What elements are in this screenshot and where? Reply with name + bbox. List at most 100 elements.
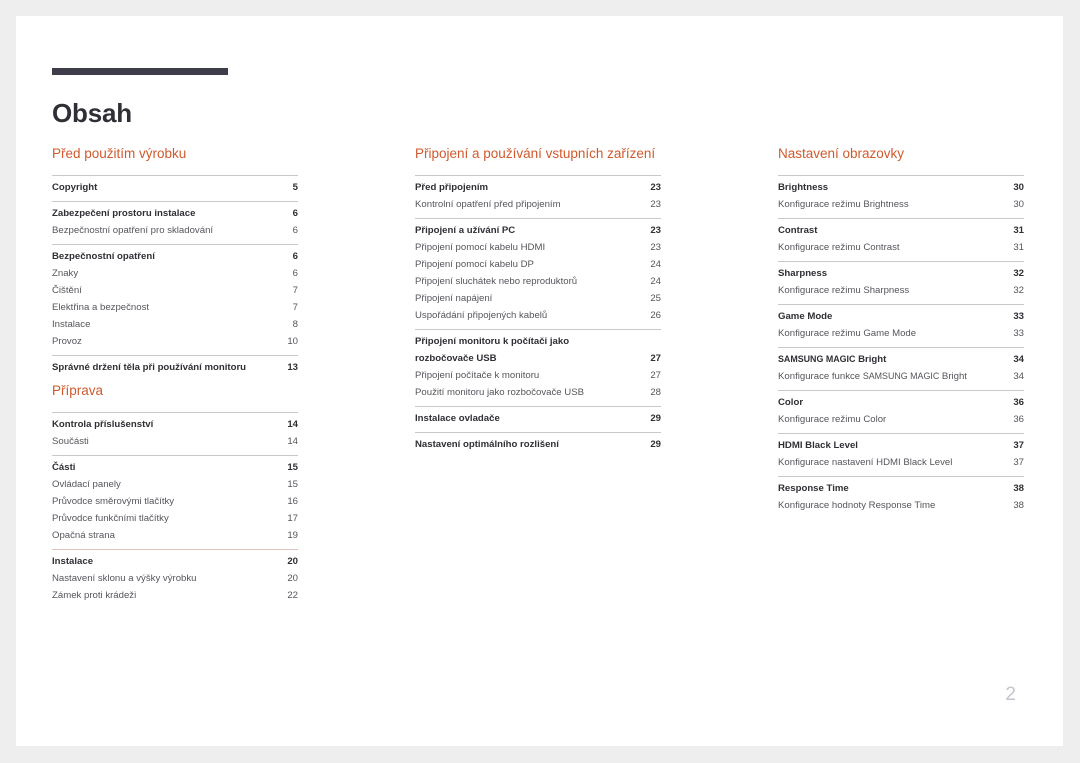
- toc-entry[interactable]: Bezpečnostní opatření 6: [52, 248, 298, 265]
- toc-subentry[interactable]: Konfigurace hodnoty Response Time 38: [778, 497, 1024, 514]
- toc-entry-page: 19: [287, 530, 298, 541]
- toc-entry-label: Připojení a užívání PC: [415, 225, 516, 236]
- toc-entry-page: 27: [650, 353, 661, 364]
- toc-subentry[interactable]: Součásti 14: [52, 433, 298, 450]
- toc-entry-page: 29: [650, 413, 661, 424]
- toc-subentry[interactable]: Opačná strana 19: [52, 527, 298, 544]
- toc-entry[interactable]: Copyright 5: [52, 179, 298, 196]
- toc-entry-label: Správné držení těla při používání monito…: [52, 362, 247, 373]
- toc-group: Game Mode 33 Konfigurace režimu Game Mode 3…: [778, 304, 1024, 347]
- toc-entry-label: SAMSUNG MAGIC Bright: [778, 354, 887, 365]
- toc-subentry[interactable]: Konfigurace režimu Contrast 31: [778, 239, 1024, 256]
- toc-entry-page: 6: [292, 225, 298, 236]
- toc-subentry[interactable]: Připojení napájení 25: [415, 290, 661, 307]
- toc-subentry[interactable]: Čištění 7: [52, 282, 298, 299]
- toc-entry-label: Konfigurace režimu Game Mode: [778, 328, 917, 339]
- toc-entry-label: Průvodce funkčními tlačítky: [52, 513, 169, 524]
- toc-entry[interactable]: Připojení monitoru k počítači jako rozbo…: [415, 333, 661, 367]
- toc-entry-label: Konfigurace režimu Contrast: [778, 242, 900, 253]
- toc-subentry[interactable]: Ovládací panely 15: [52, 476, 298, 493]
- toc-entry-label: Copyright: [52, 182, 98, 193]
- toc-entry-page: 37: [1013, 457, 1024, 468]
- toc-entry[interactable]: Response Time 38: [778, 480, 1024, 497]
- toc-subentry[interactable]: Připojení pomocí kabelu HDMI 23: [415, 239, 661, 256]
- toc-subentry[interactable]: Připojení sluchátek nebo reproduktorů 24: [415, 273, 661, 290]
- toc-subentry[interactable]: Uspořádání připojených kabelů 26: [415, 307, 661, 324]
- toc-group: Instalace 20 Nastavení sklonu a výšky výro…: [52, 549, 298, 609]
- toc-subentry[interactable]: Zámek proti krádeži 22: [52, 587, 298, 604]
- toc-subentry[interactable]: Konfigurace režimu Game Mode 33: [778, 325, 1024, 342]
- toc-entry-page: 38: [1013, 483, 1024, 494]
- toc-entry-label: Konfigurace režimu Color: [778, 414, 887, 425]
- toc-subentry[interactable]: Instalace 8: [52, 316, 298, 333]
- toc-subentry[interactable]: Použití monitoru jako rozbočovače USB 28: [415, 384, 661, 401]
- toc-subentry[interactable]: Připojení počítače k monitoru 27: [415, 367, 661, 384]
- toc-entry-page: 13: [287, 362, 298, 373]
- toc-entry[interactable]: Instalace 20: [52, 553, 298, 570]
- toc-section-heading: Nastavení obrazovky: [778, 146, 905, 161]
- toc-columns: Před použitím výrobku Copyright 5 Zabezpeče…: [52, 144, 1024, 609]
- toc-entry-page: 16: [287, 496, 298, 507]
- toc-entry[interactable]: Správné držení těla při používání monito…: [52, 359, 298, 376]
- toc-entry-page: 15: [287, 462, 298, 473]
- toc-entry[interactable]: Před připojením 23: [415, 179, 661, 196]
- page-title: Obsah: [52, 98, 132, 129]
- toc-entry[interactable]: Nastavení optimálního rozlišení 29: [415, 436, 661, 453]
- toc-entry-page: 25: [650, 293, 661, 304]
- toc-entry[interactable]: Color 36: [778, 394, 1024, 411]
- toc-entry-label: Color: [778, 397, 804, 408]
- toc-entry-page: 5: [292, 182, 298, 193]
- toc-entry-label: Provoz: [52, 336, 82, 347]
- toc-subentry[interactable]: Konfigurace režimu Sharpness 32: [778, 282, 1024, 299]
- toc-entry[interactable]: Sharpness 32: [778, 265, 1024, 282]
- toc-group: Instalace ovladače 29: [415, 406, 661, 432]
- toc-entry-label: Sharpness: [778, 268, 828, 279]
- toc-subentry[interactable]: Konfigurace režimu Color 36: [778, 411, 1024, 428]
- toc-entry[interactable]: Contrast 31: [778, 222, 1024, 239]
- toc-entry-label: Nastavení optimálního rozlišení: [415, 439, 559, 450]
- toc-column-1: Před použitím výrobku Copyright 5 Zabezpeče…: [52, 144, 298, 609]
- toc-entry-label: Konfigurace režimu Sharpness: [778, 285, 910, 296]
- toc-column-3: Nastavení obrazovky Brightness 30 Konfigura…: [778, 144, 1024, 609]
- toc-entry-page: 33: [1013, 328, 1024, 339]
- toc-subentry[interactable]: Konfigurace režimu Brightness 30: [778, 196, 1024, 213]
- toc-entry-label: Response Time: [778, 483, 849, 494]
- toc-entry-label: Připojení počítače k monitoru: [415, 370, 540, 381]
- toc-entry[interactable]: Části 15: [52, 459, 298, 476]
- toc-group: Copyright 5: [52, 175, 298, 201]
- toc-subentry[interactable]: Bezpečnostní opatření pro skladování 6: [52, 222, 298, 239]
- toc-entry[interactable]: Připojení a užívání PC 23: [415, 222, 661, 239]
- toc-subentry[interactable]: Konfigurace nastavení HDMI Black Level 37: [778, 454, 1024, 471]
- toc-entry-label: Instalace: [52, 319, 91, 330]
- toc-entry-page: 6: [292, 208, 298, 219]
- toc-entry[interactable]: Zabezpečení prostoru instalace 6: [52, 205, 298, 222]
- toc-subentry[interactable]: Průvodce funkčními tlačítky 17: [52, 510, 298, 527]
- toc-subentry[interactable]: Konfigurace funkce SAMSUNG MAGIC Bright 3…: [778, 368, 1024, 385]
- toc-entry-label: Konfigurace režimu Brightness: [778, 199, 909, 210]
- toc-subentry[interactable]: Elektřina a bezpečnost 7: [52, 299, 298, 316]
- toc-entry-label: Části: [52, 462, 76, 473]
- toc-entry-label: Uspořádání připojených kabelů: [415, 310, 548, 321]
- toc-group: Nastavení optimálního rozlišení 29: [415, 432, 661, 458]
- toc-subentry[interactable]: Připojení pomocí kabelu DP 24: [415, 256, 661, 273]
- toc-entry-label: Instalace: [52, 556, 94, 567]
- toc-entry-page: 33: [1013, 311, 1024, 322]
- toc-entry-label: Bezpečnostní opatření pro skladování: [52, 225, 214, 236]
- toc-subentry[interactable]: Provoz 10: [52, 333, 298, 350]
- toc-entry-label: Contrast: [778, 225, 818, 236]
- toc-entry-page: 31: [1013, 242, 1024, 253]
- toc-entry[interactable]: SAMSUNG MAGIC Bright 34: [778, 351, 1024, 368]
- toc-entry[interactable]: Kontrola příslušenství 14: [52, 416, 298, 433]
- toc-subentry[interactable]: Znaky 6: [52, 265, 298, 282]
- toc-entry[interactable]: Brightness 30: [778, 179, 1024, 196]
- toc-subentry[interactable]: Nastavení sklonu a výšky výrobku 20: [52, 570, 298, 587]
- toc-entry-page: 7: [292, 285, 298, 296]
- toc-group: Připojení a užívání PC 23 Připojení pomocí…: [415, 218, 661, 329]
- toc-entry[interactable]: HDMI Black Level 37: [778, 437, 1024, 454]
- toc-group: Kontrola příslušenství 14 Součásti 14: [52, 412, 298, 455]
- title-rule: [52, 68, 228, 75]
- toc-entry[interactable]: Game Mode 33: [778, 308, 1024, 325]
- toc-subentry[interactable]: Kontrolní opatření před připojením 23: [415, 196, 661, 213]
- toc-entry[interactable]: Instalace ovladače 29: [415, 410, 661, 427]
- toc-subentry[interactable]: Průvodce směrovými tlačítky 16: [52, 493, 298, 510]
